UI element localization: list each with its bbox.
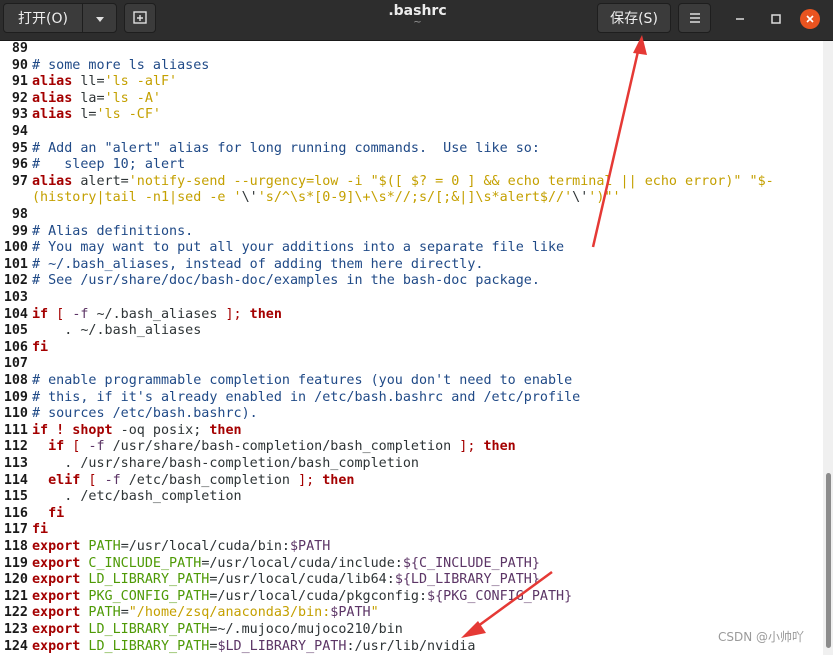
arrow-head	[633, 35, 647, 55]
annotation-arrow-to-line-124	[473, 570, 553, 631]
annotation-arrow-to-save	[591, 46, 641, 248]
annotation-arrows	[461, 35, 647, 638]
